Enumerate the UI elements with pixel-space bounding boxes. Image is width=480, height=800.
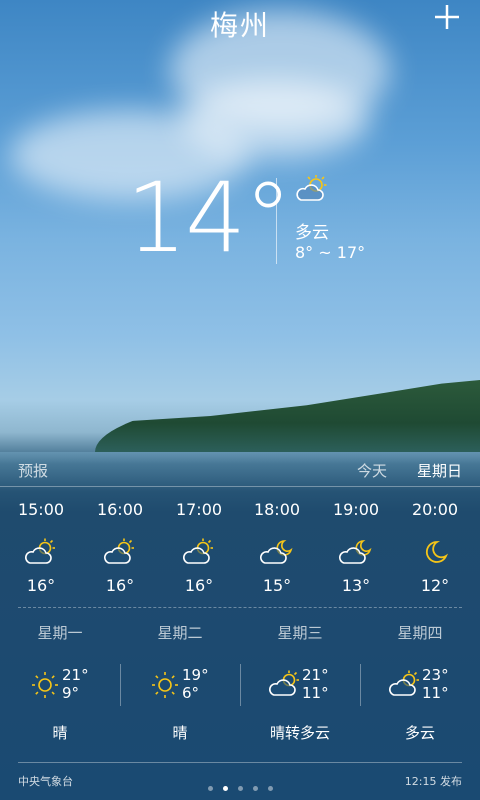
partly-cloudy-night-icon <box>242 532 312 572</box>
current-condition: 多云 <box>295 223 329 243</box>
hour-item: 18:00 15° <box>242 498 312 595</box>
day-condition: 晴 <box>172 724 188 742</box>
day-name: 星期三 <box>277 624 323 642</box>
day-condition: 晴 <box>52 724 68 742</box>
hour-item: 20:00 12° <box>400 498 470 595</box>
hour-time: 17:00 <box>175 500 223 519</box>
day-name: 星期四 <box>397 624 443 642</box>
partly-cloudy-day-icon <box>268 670 302 700</box>
city-title[interactable]: 梅州 <box>0 4 480 44</box>
hour-time: 18:00 <box>253 500 301 519</box>
day-low: 11° <box>302 684 329 702</box>
page-dot[interactable] <box>207 786 213 791</box>
hour-temp: 15° <box>262 576 292 595</box>
day-item[interactable]: 星期三 21° 11° 晴转多云 <box>240 620 360 743</box>
publish-time: 12:15 发布 <box>404 775 462 788</box>
sun-icon <box>148 670 182 700</box>
tab-sunday[interactable]: 星期日 <box>417 460 462 481</box>
page-dot[interactable] <box>252 786 258 791</box>
page-dot[interactable] <box>267 786 273 791</box>
day-high: 23° <box>422 666 449 684</box>
divider <box>240 664 241 706</box>
divider <box>18 762 462 763</box>
hour-temp: 16° <box>26 576 56 595</box>
forecast-header: 预报 今天 星期日 <box>18 460 462 484</box>
add-city-button[interactable] <box>430 2 464 36</box>
divider <box>276 178 277 264</box>
hour-time: 19:00 <box>332 500 380 519</box>
hour-time: 16:00 <box>96 500 144 519</box>
sun-icon <box>28 670 62 700</box>
day-low: 9° <box>62 684 80 702</box>
hour-item: 15:00 16° <box>6 498 76 595</box>
day-low: 11° <box>422 684 449 702</box>
hour-item: 17:00 16° <box>164 498 234 595</box>
divider <box>360 664 361 706</box>
hour-temp: 16° <box>105 576 135 595</box>
partly-cloudy-day-icon <box>388 670 422 700</box>
forecast-label: 预报 <box>18 462 49 480</box>
day-condition: 多云 <box>404 724 435 742</box>
day-high: 21° <box>62 666 89 684</box>
day-name: 星期一 <box>37 624 83 642</box>
partly-cloudy-day-icon <box>85 532 155 572</box>
day-item[interactable]: 星期二 19° 6° 晴 <box>120 620 240 743</box>
day-high: 21° <box>302 666 329 684</box>
moon-icon <box>400 532 470 572</box>
partly-cloudy-day-icon <box>6 532 76 572</box>
hour-temp: 12° <box>420 576 450 595</box>
current-range: 8° ~ 17° <box>295 243 366 262</box>
hour-time: 15:00 <box>17 500 65 519</box>
day-low: 6° <box>182 684 200 702</box>
divider <box>0 486 480 487</box>
day-name: 星期二 <box>157 624 203 642</box>
hourly-forecast: 15:00 16° 16:00 16° 17:00 16° 18:00 15° … <box>0 498 480 598</box>
forest-background <box>95 380 480 452</box>
plus-icon <box>435 5 459 29</box>
day-item[interactable]: 星期四 23° 11° 多云 <box>360 620 480 743</box>
tab-today[interactable]: 今天 <box>357 460 387 481</box>
partly-cloudy-night-icon <box>321 532 391 572</box>
page-dot[interactable] <box>237 786 243 791</box>
divider <box>120 664 121 706</box>
hour-time: 20:00 <box>411 500 459 519</box>
hour-item: 16:00 16° <box>85 498 155 595</box>
hour-temp: 13° <box>341 576 371 595</box>
cloud-decor <box>180 80 370 160</box>
day-high: 19° <box>182 666 209 684</box>
day-item[interactable]: 星期一 21° 9° 晴 <box>0 620 120 743</box>
hour-item: 19:00 13° <box>321 498 391 595</box>
partly-cloudy-day-icon <box>164 532 234 572</box>
current-temperature: 14° <box>126 162 292 274</box>
page-dot-active[interactable] <box>222 786 228 791</box>
divider <box>18 607 462 608</box>
partly-cloudy-day-icon <box>294 175 330 203</box>
hour-temp: 16° <box>184 576 214 595</box>
day-condition: 晴转多云 <box>269 724 330 742</box>
